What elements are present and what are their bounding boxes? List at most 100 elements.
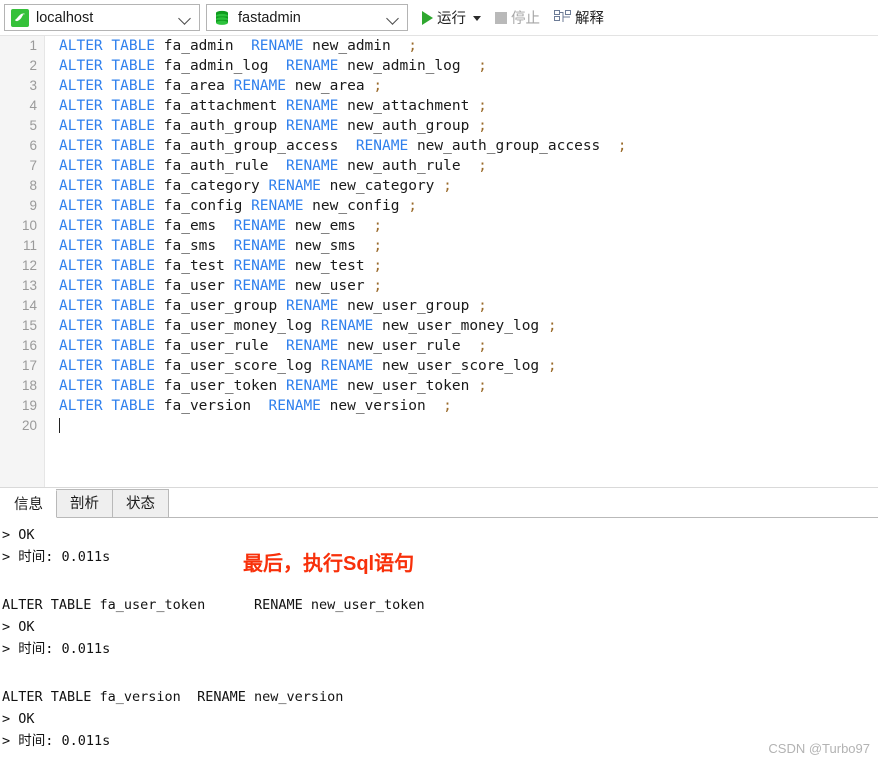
annotation-text: 最后，执行Sql语句 [243,553,415,575]
code-text[interactable]: ALTER TABLE fa_category RENAME new_categ… [45,176,452,196]
code-text[interactable]: ALTER TABLE fa_ems RENAME new_ems ; [45,216,382,236]
play-triangle-icon [422,10,433,25]
code-text[interactable]: ALTER TABLE fa_user_rule RENAME new_user… [45,336,487,356]
code-line[interactable]: 19 ALTER TABLE fa_version RENAME new_vers… [0,396,878,416]
line-number: 15 [21,318,37,333]
output-time-line: > 时间: 0.011s [2,733,111,749]
chevron-down-icon[interactable] [178,11,192,25]
line-number: 1 [29,38,37,53]
code-line[interactable]: 16 ALTER TABLE fa_user_rule RENAME new_us… [0,336,878,356]
code-line[interactable]: 9 ALTER TABLE fa_config RENAME new_config… [0,196,878,216]
code-line[interactable]: 6 ALTER TABLE fa_auth_group_access RENAME… [0,136,878,156]
result-tab-1[interactable]: 剖析 [56,489,113,517]
line-number: 12 [21,258,37,273]
code-text[interactable]: ALTER TABLE fa_version RENAME new_versio… [45,396,452,416]
line-number: 6 [29,138,37,153]
line-number: 5 [29,118,37,133]
line-number: 10 [21,218,37,233]
code-text[interactable]: ALTER TABLE fa_user RENAME new_user ; [45,276,382,296]
database-select[interactable]: fastadmin [206,4,408,31]
line-number: 3 [29,78,37,93]
output-sql-line: ALTER TABLE fa_version RENAME new_versio… [2,689,344,705]
output-time-line: > 时间: 0.011s [2,549,111,565]
mysql-dolphin-icon [11,8,29,27]
code-text[interactable]: ALTER TABLE fa_admin_log RENAME new_admi… [45,56,487,76]
code-line[interactable]: 7 ALTER TABLE fa_auth_rule RENAME new_aut… [0,156,878,176]
line-number: 8 [29,178,37,193]
stop-button-label: 停止 [511,11,540,27]
code-line[interactable]: 18 ALTER TABLE fa_user_token RENAME new_u… [0,376,878,396]
line-number: 13 [21,278,37,293]
code-text[interactable]: ALTER TABLE fa_auth_group_access RENAME … [45,136,626,156]
result-output: > OK > 时间: 0.011s ALTER TABLE fa_user_toke… [0,518,878,764]
line-number: 17 [21,358,37,373]
code-text[interactable]: ALTER TABLE fa_test RENAME new_test ; [45,256,382,276]
code-line[interactable]: 3 ALTER TABLE fa_area RENAME new_area ; [0,76,878,96]
line-number: 20 [21,418,37,433]
output-time-line: > 时间: 0.011s [2,641,111,657]
code-text[interactable]: ALTER TABLE fa_attachment RENAME new_att… [45,96,487,116]
line-number: 9 [29,198,37,213]
code-line[interactable]: 2 ALTER TABLE fa_admin_log RENAME new_adm… [0,56,878,76]
code-text[interactable]: ALTER TABLE fa_user_group RENAME new_use… [45,296,487,316]
code-text[interactable]: ALTER TABLE fa_auth_rule RENAME new_auth… [45,156,487,176]
stop-button[interactable]: 停止 [485,3,544,33]
output-status-line: > OK [2,711,35,727]
output-spacer [2,568,878,594]
output-status-line: > OK [2,619,35,635]
code-line[interactable]: 13 ALTER TABLE fa_user RENAME new_user ; [0,276,878,296]
line-number: 11 [22,238,37,253]
code-text[interactable]: ALTER TABLE fa_user_token RENAME new_use… [45,376,487,396]
code-text[interactable]: ALTER TABLE fa_user_score_log RENAME new… [45,356,557,376]
code-line[interactable]: 20 [0,416,878,436]
code-line[interactable]: 12 ALTER TABLE fa_test RENAME new_test ; [0,256,878,276]
output-sql-line: ALTER TABLE fa_user_token RENAME new_use… [2,597,425,613]
result-tab-0[interactable]: 信息 [0,490,57,518]
code-line[interactable]: 11 ALTER TABLE fa_sms RENAME new_sms ; [0,236,878,256]
run-button-label: 运行 [437,11,466,27]
watermark: CSDN @Turbo97 [768,741,870,756]
output-spacer [2,660,878,686]
code-line[interactable]: 10 ALTER TABLE fa_ems RENAME new_ems ; [0,216,878,236]
code-line[interactable]: 5 ALTER TABLE fa_auth_group RENAME new_au… [0,116,878,136]
code-text[interactable]: ALTER TABLE fa_auth_group RENAME new_aut… [45,116,487,136]
result-panel: 信息 剖析 状态 > OK > 时间: 0.011s ALTER TABLE fa_us… [0,488,878,764]
code-area[interactable]: 1 ALTER TABLE fa_admin RENAME new_admin ;… [0,36,878,436]
text-cursor [59,418,60,433]
toolbar: localhost fastadmin 运行 停止 解释 [0,0,878,36]
code-line[interactable]: 14 ALTER TABLE fa_user_group RENAME new_u… [0,296,878,316]
explain-button-label: 解释 [575,11,604,27]
sql-editor-window: localhost fastadmin 运行 停止 解释 1 ALTER TAB… [0,0,878,764]
line-number: 2 [29,58,37,73]
output-status-line: > OK [2,527,35,543]
connection-value: localhost [36,9,94,26]
explain-tree-icon [554,10,571,25]
code-line[interactable]: 4 ALTER TABLE fa_attachment RENAME new_at… [0,96,878,116]
connection-select[interactable]: localhost [4,4,200,31]
sql-editor[interactable]: 1 ALTER TABLE fa_admin RENAME new_admin ;… [0,36,878,488]
database-value: fastadmin [238,9,301,26]
code-text[interactable]: ALTER TABLE fa_user_money_log RENAME new… [45,316,557,336]
code-line[interactable]: 17 ALTER TABLE fa_user_score_log RENAME n… [0,356,878,376]
line-number: 4 [29,98,37,113]
line-number: 19 [21,398,37,413]
code-line[interactable]: 8 ALTER TABLE fa_category RENAME new_cate… [0,176,878,196]
code-line[interactable]: 15 ALTER TABLE fa_user_money_log RENAME n… [0,316,878,336]
code-text[interactable]: ALTER TABLE fa_sms RENAME new_sms ; [45,236,382,256]
chevron-down-icon[interactable] [386,11,400,25]
explain-button[interactable]: 解释 [544,3,608,33]
code-text[interactable] [45,416,60,436]
database-cylinder-icon [213,9,231,27]
line-number: 16 [21,338,37,353]
caret-down-icon[interactable] [473,16,481,21]
result-tab-2[interactable]: 状态 [112,489,169,517]
line-number: 14 [21,298,37,313]
stop-square-icon [495,11,507,24]
code-text[interactable]: ALTER TABLE fa_config RENAME new_config … [45,196,417,216]
run-button[interactable]: 运行 [414,3,485,33]
line-number: 7 [29,158,37,173]
code-line[interactable]: 1 ALTER TABLE fa_admin RENAME new_admin ; [0,36,878,56]
code-text[interactable]: ALTER TABLE fa_admin RENAME new_admin ; [45,36,417,56]
code-text[interactable]: ALTER TABLE fa_area RENAME new_area ; [45,76,382,96]
result-tabs: 信息 剖析 状态 [0,488,878,518]
